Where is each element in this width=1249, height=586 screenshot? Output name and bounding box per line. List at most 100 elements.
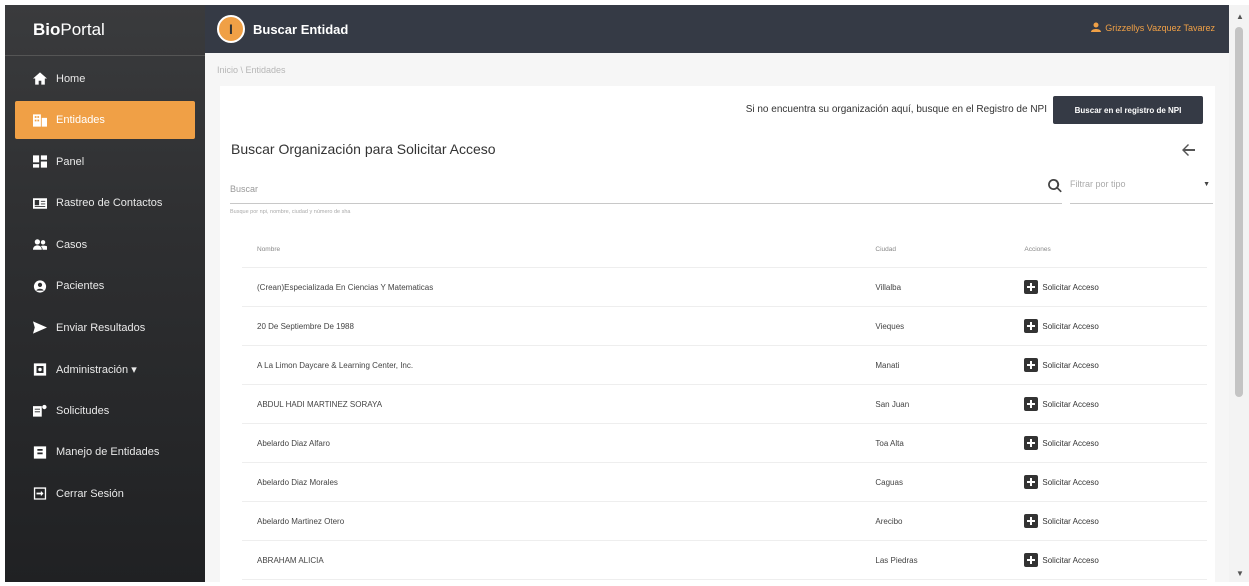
search-input[interactable]: [230, 184, 1010, 194]
table-body: (Crean)Especializada En Ciencias Y Matem…: [242, 267, 1207, 580]
scroll-down-icon[interactable]: ▼: [1236, 569, 1244, 578]
sidebar-item-pacientes[interactable]: Pacientes: [5, 267, 205, 305]
request-access-button[interactable]: Solicitar Acceso: [1024, 397, 1206, 411]
sidebar-item-label: Manejo de Entidades: [56, 446, 160, 458]
patient-icon: [33, 279, 47, 293]
sidebar-item-home[interactable]: Home: [5, 60, 205, 98]
page-scrollbar[interactable]: ▲ ▼: [1229, 5, 1249, 582]
plus-square-icon: [1024, 280, 1039, 294]
sidebar-item-administracion[interactable]: Administración ▾: [5, 350, 205, 388]
brand-logo[interactable]: Bio Portal: [5, 5, 205, 56]
sidebar-item-label: Solicitudes: [56, 404, 110, 417]
sidebar: Bio Portal Home Entidades Panel Rastreo d…: [5, 5, 205, 582]
building-icon: [33, 113, 47, 127]
sidebar-item-casos[interactable]: Casos: [5, 226, 205, 264]
back-arrow-icon[interactable]: [1181, 143, 1195, 157]
cell-ciudad: Vieques: [874, 306, 1024, 346]
sidebar-item-label: Enviar Resultados: [56, 321, 146, 334]
sidebar-item-label: Rastreo de Contactos: [56, 197, 163, 209]
table-row: ABRAHAM ALICIA Las Piedras Solicitar Acces…: [242, 540, 1207, 580]
cell-ciudad: Caguas: [874, 462, 1024, 502]
search-help: Busque por npi, nombre, ciudad y número …: [230, 209, 351, 215]
request-access-label: Solicitar Acceso: [1042, 555, 1099, 565]
user-menu[interactable]: Grizzellys Vazquez Tavarez: [1091, 22, 1215, 34]
sidebar-item-label: Home: [56, 72, 86, 85]
admin-icon: [33, 362, 47, 376]
sidebar-nav: Home Entidades Panel Rastreo de Contacto…: [5, 60, 205, 513]
request-access-label: Solicitar Acceso: [1042, 516, 1099, 526]
cell-nombre: Abelardo Martinez Otero: [242, 501, 875, 541]
requests-icon: [33, 404, 47, 417]
table-row: Abelardo Martinez Otero Arecibo Solicitar …: [242, 501, 1207, 541]
cell-acciones: Solicitar Acceso: [1023, 540, 1207, 580]
table-row: Abelardo Diaz Alfaro Toa Alta Solicitar Ac…: [242, 423, 1207, 463]
sidebar-item-solicitudes[interactable]: Solicitudes: [5, 392, 205, 430]
sidebar-item-label: Pacientes: [56, 280, 105, 292]
search-panel: Si no encuentra su organización aquí, bu…: [220, 86, 1215, 586]
npi-search-button[interactable]: Buscar en el registro de NPI: [1053, 96, 1203, 124]
request-access-button[interactable]: Solicitar Acceso: [1024, 280, 1206, 294]
cell-nombre: ABDUL HADI MARTINEZ SORAYA: [242, 384, 875, 424]
request-access-label: Solicitar Acceso: [1042, 477, 1099, 487]
cell-ciudad: Villalba: [874, 267, 1024, 307]
sidebar-item-label: Entidades: [56, 114, 105, 126]
sidebar-item-entidades[interactable]: Entidades: [15, 101, 195, 139]
cell-ciudad: Arecibo: [874, 501, 1024, 541]
send-icon: [33, 321, 47, 334]
entities-table: Nombre Ciudad Acciones (Crean)Especializ…: [242, 231, 1207, 580]
id-card-icon: [33, 197, 47, 209]
cell-acciones: Solicitar Acceso: [1023, 423, 1207, 463]
request-access-label: Solicitar Acceso: [1042, 282, 1099, 292]
request-access-label: Solicitar Acceso: [1042, 321, 1099, 331]
main-content: Inicio \ Entidades Si no encuentra su or…: [205, 53, 1229, 586]
col-nombre[interactable]: Nombre: [242, 231, 875, 268]
scrollbar-thumb[interactable]: [1235, 27, 1243, 397]
search-field: [230, 178, 1062, 204]
request-access-button[interactable]: Solicitar Acceso: [1024, 358, 1206, 372]
panel-title: Buscar Organización para Solicitar Acces…: [231, 141, 496, 157]
cell-ciudad: Manati: [874, 345, 1024, 385]
table-row: Abelardo Diaz Morales Caguas Solicitar Acc…: [242, 462, 1207, 502]
cell-nombre: Abelardo Diaz Alfaro: [242, 423, 875, 463]
sidebar-item-label: Administración ▾: [56, 363, 137, 376]
sidebar-item-enviar[interactable]: Enviar Resultados: [5, 309, 205, 347]
dashboard-icon: [33, 155, 47, 168]
search-icon[interactable]: [1048, 178, 1062, 193]
cell-ciudad: San Juan: [874, 384, 1024, 424]
type-filter-select[interactable]: Filtrar por tipo ▼: [1070, 179, 1213, 204]
sidebar-item-panel[interactable]: Panel: [5, 143, 205, 181]
cell-ciudad: Toa Alta: [874, 423, 1024, 463]
col-ciudad[interactable]: Ciudad: [874, 231, 1024, 268]
cell-nombre: 20 De Septiembre De 1988: [242, 306, 875, 346]
table-row: (Crean)Especializada En Ciencias Y Matem…: [242, 267, 1207, 307]
sidebar-item-manejo[interactable]: Manejo de Entidades: [5, 433, 205, 471]
request-access-button[interactable]: Solicitar Acceso: [1024, 514, 1206, 528]
request-access-button[interactable]: Solicitar Acceso: [1024, 553, 1206, 567]
plus-square-icon: [1024, 436, 1039, 450]
plus-square-icon: [1024, 358, 1039, 372]
sidebar-item-label: Cerrar Sesión: [56, 487, 124, 500]
brand-regular: Portal: [60, 20, 105, 39]
cell-nombre: (Crean)Especializada En Ciencias Y Matem…: [242, 267, 875, 307]
cell-nombre: A La Limon Daycare & Learning Center, In…: [242, 345, 875, 385]
cell-ciudad: Las Piedras: [874, 540, 1024, 580]
sidebar-item-cerrar-sesion[interactable]: Cerrar Sesión: [5, 475, 205, 513]
cell-nombre: ABRAHAM ALICIA: [242, 540, 875, 580]
plus-square-icon: [1024, 397, 1039, 411]
cell-nombre: Abelardo Diaz Morales: [242, 462, 875, 502]
scroll-up-icon[interactable]: ▲: [1236, 12, 1244, 21]
sidebar-item-label: Panel: [56, 155, 85, 168]
filter-placeholder: Filtrar por tipo: [1070, 179, 1126, 189]
request-access-label: Solicitar Acceso: [1042, 399, 1099, 409]
plus-square-icon: [1024, 475, 1039, 489]
cell-acciones: Solicitar Acceso: [1023, 384, 1207, 424]
plus-square-icon: [1024, 319, 1039, 333]
request-access-button[interactable]: Solicitar Acceso: [1024, 319, 1206, 333]
plus-square-icon: [1024, 553, 1039, 567]
request-access-button[interactable]: Solicitar Acceso: [1024, 475, 1206, 489]
table-row: 20 De Septiembre De 1988 Vieques Solicitar…: [242, 306, 1207, 346]
sidebar-item-rastreo[interactable]: Rastreo de Contactos: [5, 184, 205, 222]
request-access-button[interactable]: Solicitar Acceso: [1024, 436, 1206, 450]
cell-acciones: Solicitar Acceso: [1023, 306, 1207, 346]
chevron-down-icon: ▼: [1203, 181, 1210, 188]
